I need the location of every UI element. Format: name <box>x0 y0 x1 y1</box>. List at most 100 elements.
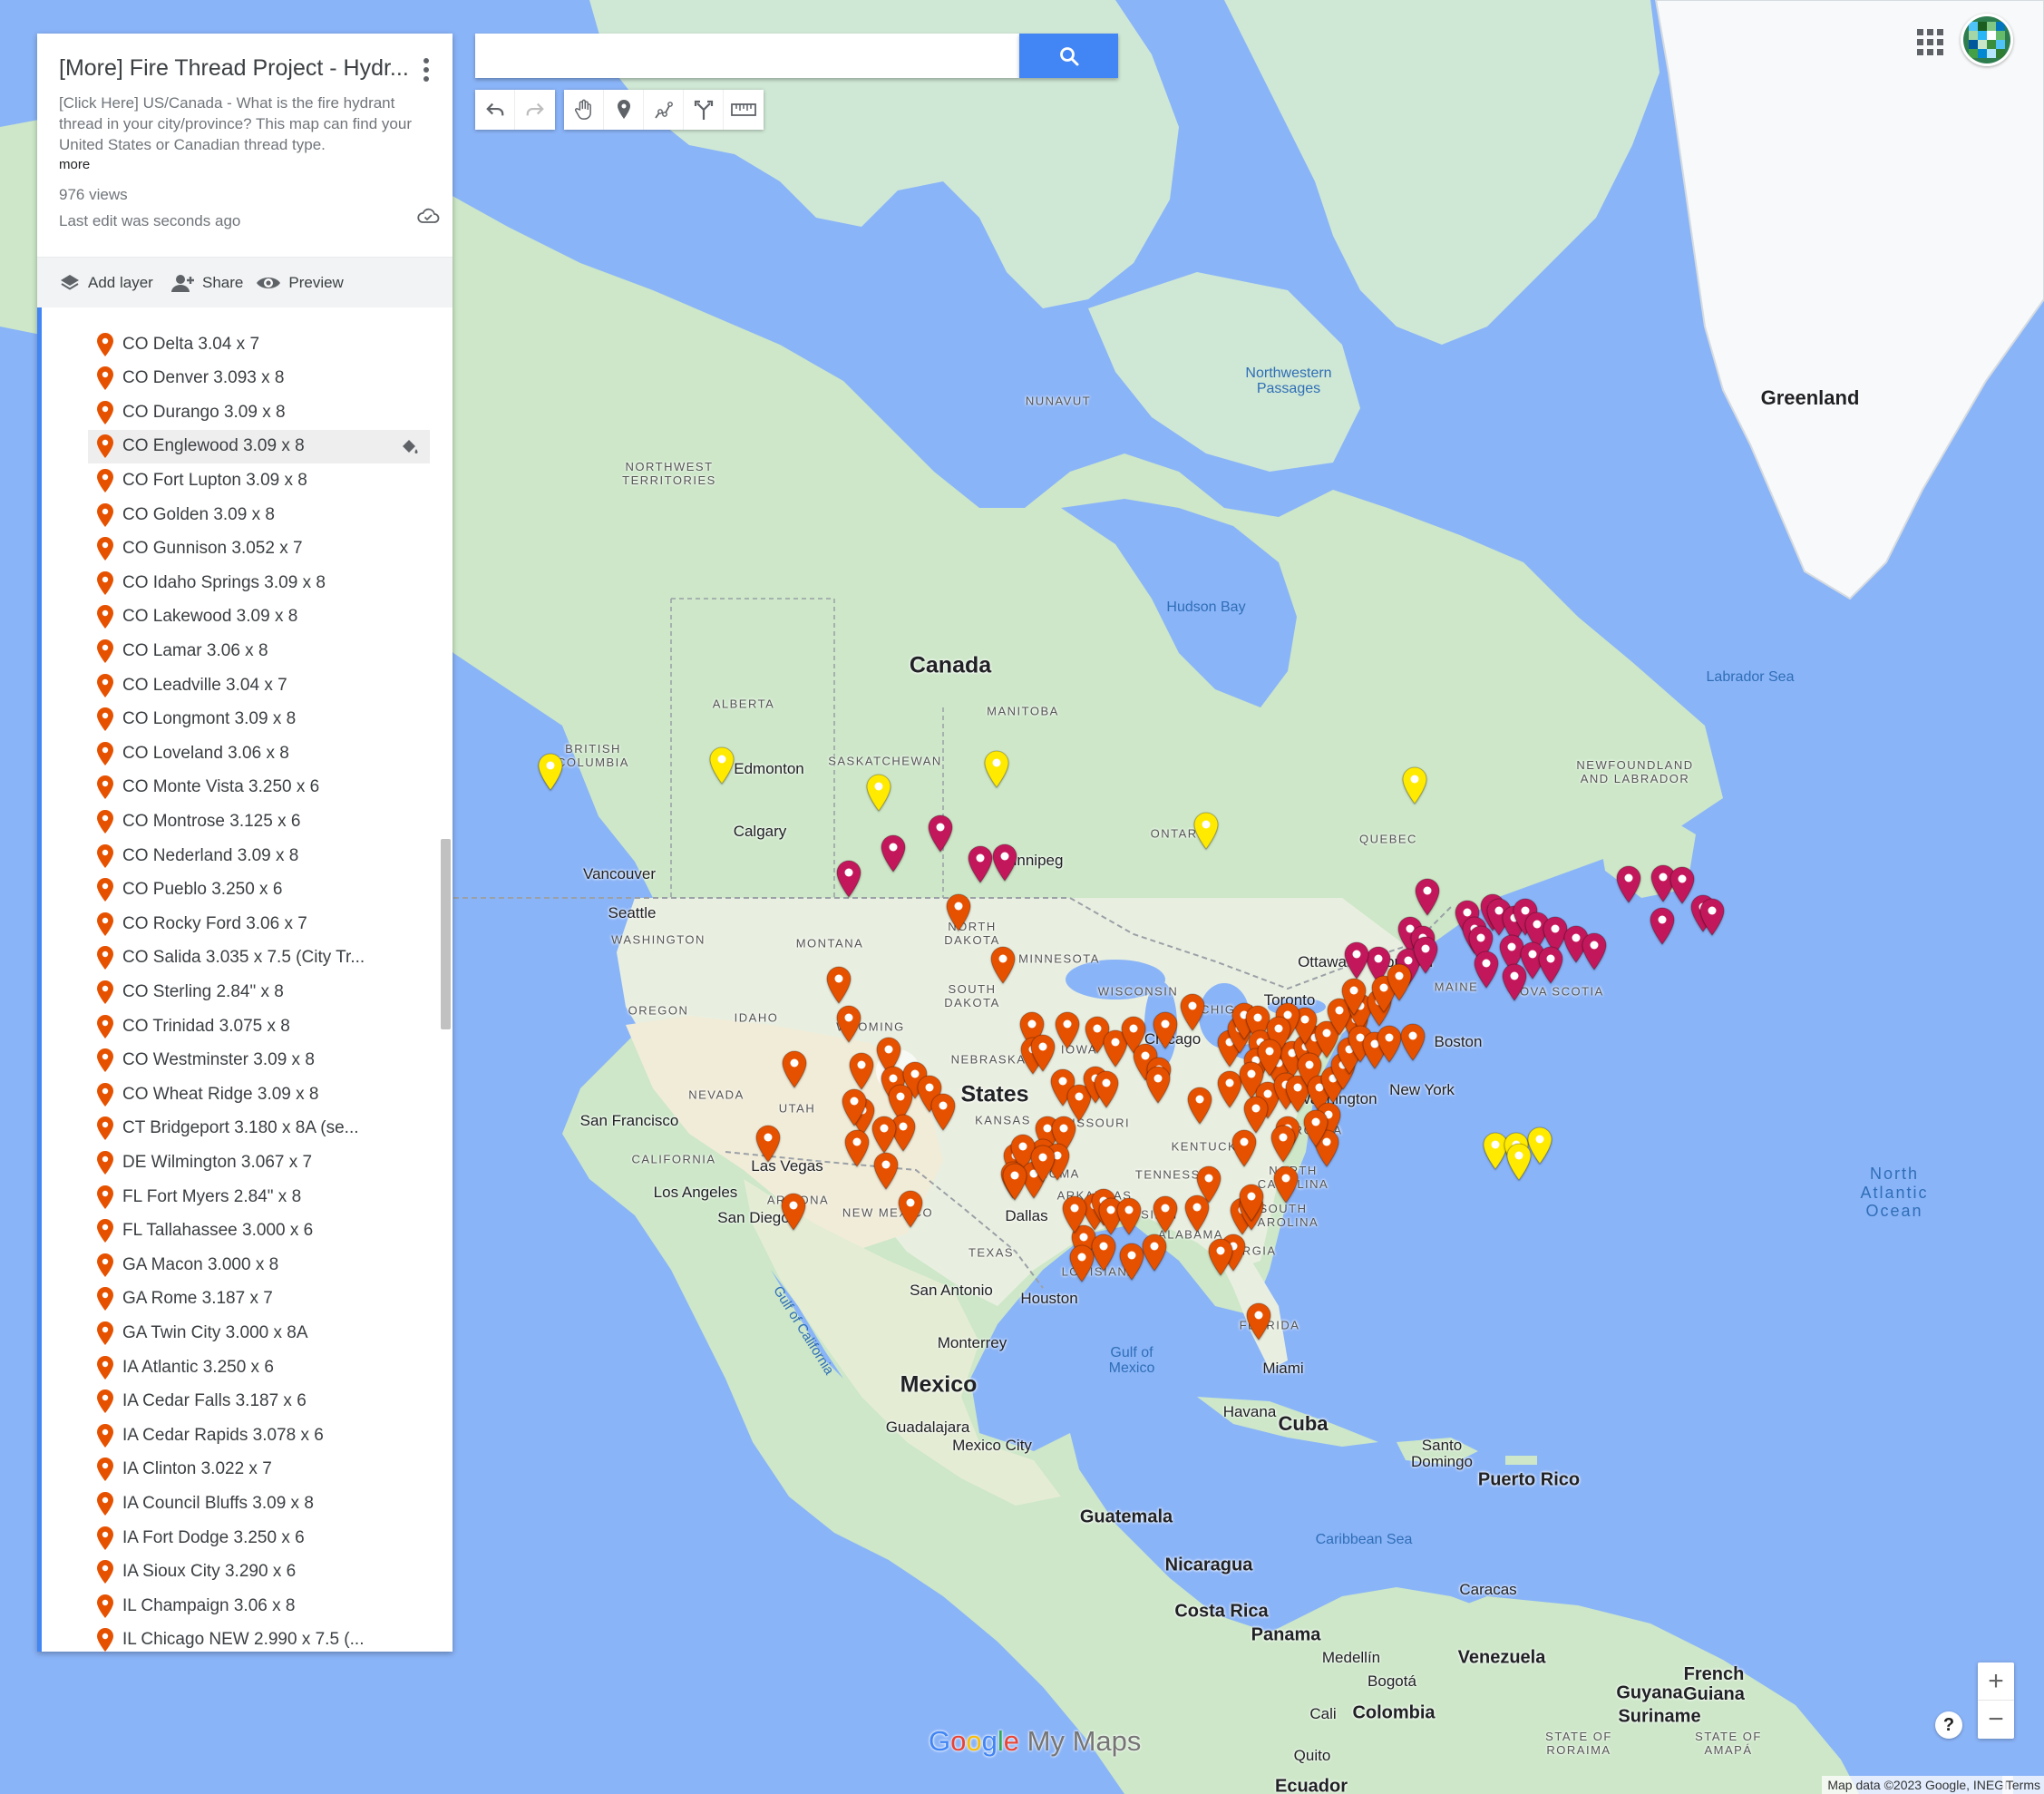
map-marker[interactable] <box>880 834 907 873</box>
layer-item[interactable]: CO Denver 3.093 x 8 <box>88 362 430 395</box>
layer-item[interactable]: IA Fort Dodge 3.250 x 6 <box>88 1521 430 1555</box>
map-marker[interactable] <box>1068 1244 1095 1282</box>
map-marker[interactable] <box>1272 1165 1299 1204</box>
layer-item[interactable]: GA Macon 3.000 x 8 <box>88 1248 430 1282</box>
redo-button[interactable] <box>515 90 555 130</box>
map-marker[interactable] <box>983 750 1010 788</box>
hand-tool-button[interactable] <box>564 90 604 130</box>
zoom-in-button[interactable]: + <box>1978 1662 2014 1701</box>
map-marker[interactable] <box>1501 963 1528 1001</box>
map-marker[interactable] <box>1231 1129 1258 1167</box>
apps-grid-icon[interactable] <box>1912 24 1948 60</box>
layer-item-list[interactable]: CO Delta 3.04 x 7 CO Denver 3.093 x 8 CO D… <box>37 307 453 1652</box>
map-marker[interactable] <box>754 1125 782 1163</box>
map-marker[interactable] <box>1029 1034 1056 1072</box>
layer-item[interactable]: FL Tallahassee 3.000 x 6 <box>88 1214 430 1248</box>
map-marker[interactable] <box>927 814 954 853</box>
map-marker[interactable] <box>1186 1087 1213 1125</box>
map-marker[interactable] <box>1615 865 1642 903</box>
layer-item[interactable]: CO Lamar 3.06 x 8 <box>88 634 430 668</box>
layer-item[interactable]: CO Loveland 3.06 x 8 <box>88 736 430 770</box>
map-marker[interactable] <box>991 843 1018 882</box>
layer-item[interactable]: GA Rome 3.187 x 7 <box>88 1282 430 1316</box>
layer-item[interactable]: IA Council Bluffs 3.09 x 8 <box>88 1487 430 1520</box>
draw-line-button[interactable] <box>644 90 684 130</box>
layer-item[interactable]: IA Cedar Rapids 3.078 x 6 <box>88 1419 430 1452</box>
map-marker[interactable] <box>1401 766 1428 804</box>
layer-item[interactable]: IA Cedar Falls 3.187 x 6 <box>88 1385 430 1419</box>
map-marker[interactable] <box>1242 1096 1270 1134</box>
layer-item[interactable]: CO Leadville 3.04 x 7 <box>88 668 430 702</box>
zoom-out-button[interactable]: − <box>1978 1701 2014 1739</box>
layer-item[interactable]: CO Wheat Ridge 3.09 x 8 <box>88 1077 430 1111</box>
map-marker[interactable] <box>1245 1302 1272 1341</box>
layer-item[interactable]: DE Wilmington 3.067 x 7 <box>88 1146 430 1179</box>
add-marker-button[interactable] <box>604 90 644 130</box>
layer-item[interactable]: CO Idaho Springs 3.09 x 8 <box>88 566 430 600</box>
layer-item[interactable]: CO Pueblo 3.250 x 6 <box>88 873 430 907</box>
layer-item[interactable]: CO Delta 3.04 x 7 <box>88 327 430 361</box>
layer-item[interactable]: CO Englewood 3.09 x 8 <box>88 429 430 463</box>
map-marker[interactable] <box>848 1052 875 1090</box>
layer-item[interactable]: CO Longmont 3.09 x 8 <box>88 703 430 736</box>
map-marker[interactable] <box>708 746 735 785</box>
layer-item[interactable]: CO Montrose 3.125 x 6 <box>88 804 430 838</box>
undo-button[interactable] <box>475 90 515 130</box>
layer-item[interactable]: CO Trinidad 3.075 x 8 <box>88 1009 430 1043</box>
map-marker[interactable] <box>843 1129 871 1167</box>
account-avatar[interactable] <box>1961 14 2013 66</box>
map-marker[interactable] <box>1183 1194 1211 1233</box>
layer-item[interactable]: CO Gunnison 3.052 x 7 <box>88 532 430 566</box>
ruler-button[interactable] <box>724 90 764 130</box>
map-marker[interactable] <box>841 1088 868 1126</box>
map-marker[interactable] <box>825 966 852 1004</box>
map-marker[interactable] <box>967 845 994 883</box>
add-layer-button[interactable]: Add layer <box>59 273 155 293</box>
layer-item[interactable]: CO Westminster 3.09 x 8 <box>88 1044 430 1077</box>
help-button[interactable]: ? <box>1935 1711 1962 1739</box>
map-marker[interactable] <box>1581 932 1608 970</box>
map-marker[interactable] <box>1238 1184 1265 1222</box>
layer-item[interactable]: CO Fort Lupton 3.09 x 8 <box>88 463 430 497</box>
map-marker[interactable] <box>780 1193 807 1231</box>
map-marker[interactable] <box>1412 936 1439 974</box>
map-marker[interactable] <box>1343 941 1370 980</box>
share-button[interactable]: Share <box>168 273 243 293</box>
layer-item[interactable]: CT Bridgeport 3.180 x 8A (se... <box>88 1112 430 1146</box>
layer-item[interactable]: FL Fort Myers 2.84" x 8 <box>88 1180 430 1214</box>
map-marker[interactable] <box>1054 1011 1081 1049</box>
map-marker[interactable] <box>1340 978 1368 1016</box>
map-marker[interactable] <box>1698 898 1726 936</box>
map-marker[interactable] <box>537 753 564 791</box>
map-title[interactable]: [More] Fire Thread Project - Hydr... <box>59 55 408 82</box>
map-marker[interactable] <box>1115 1197 1143 1235</box>
layer-item[interactable]: IA Clinton 3.022 x 7 <box>88 1453 430 1487</box>
map-marker[interactable] <box>781 1050 808 1088</box>
layer-item[interactable]: CO Nederland 3.09 x 8 <box>88 839 430 873</box>
panel-scrollbar[interactable] <box>441 839 451 1029</box>
map-marker[interactable] <box>835 860 862 898</box>
layer-item[interactable]: CO Golden 3.09 x 8 <box>88 498 430 531</box>
map-marker[interactable] <box>897 1190 924 1228</box>
terms-link[interactable]: Terms <box>2001 1776 2044 1794</box>
more-options-icon[interactable] <box>413 54 440 86</box>
map-marker[interactable] <box>1029 1145 1056 1183</box>
layer-item[interactable]: CO Durango 3.09 x 8 <box>88 395 430 429</box>
map-marker[interactable] <box>1505 1143 1533 1181</box>
map-description[interactable]: [Click Here] US/Canada - What is the fir… <box>59 93 422 155</box>
map-marker[interactable] <box>1144 1066 1172 1104</box>
layer-item[interactable]: IL Chicago NEW 2.990 x 7.5 (... <box>88 1623 430 1652</box>
map-marker[interactable] <box>989 946 1017 984</box>
directions-button[interactable] <box>684 90 724 130</box>
layer-item[interactable]: CO Rocky Ford 3.06 x 7 <box>88 907 430 941</box>
layer-item[interactable]: GA Twin City 3.000 x 8A <box>88 1316 430 1350</box>
layer-item[interactable]: CO Sterling 2.84" x 8 <box>88 975 430 1009</box>
layer-item[interactable]: CO Monte Vista 3.250 x 6 <box>88 771 430 804</box>
map-marker[interactable] <box>1386 963 1413 1001</box>
layer-item[interactable]: CO Lakewood 3.09 x 8 <box>88 600 430 634</box>
search-input[interactable] <box>475 34 1019 78</box>
more-link[interactable]: more <box>59 157 90 172</box>
map-marker[interactable] <box>945 893 972 931</box>
layer-item[interactable]: IA Atlantic 3.250 x 6 <box>88 1350 430 1384</box>
map-marker[interactable] <box>1061 1195 1088 1233</box>
